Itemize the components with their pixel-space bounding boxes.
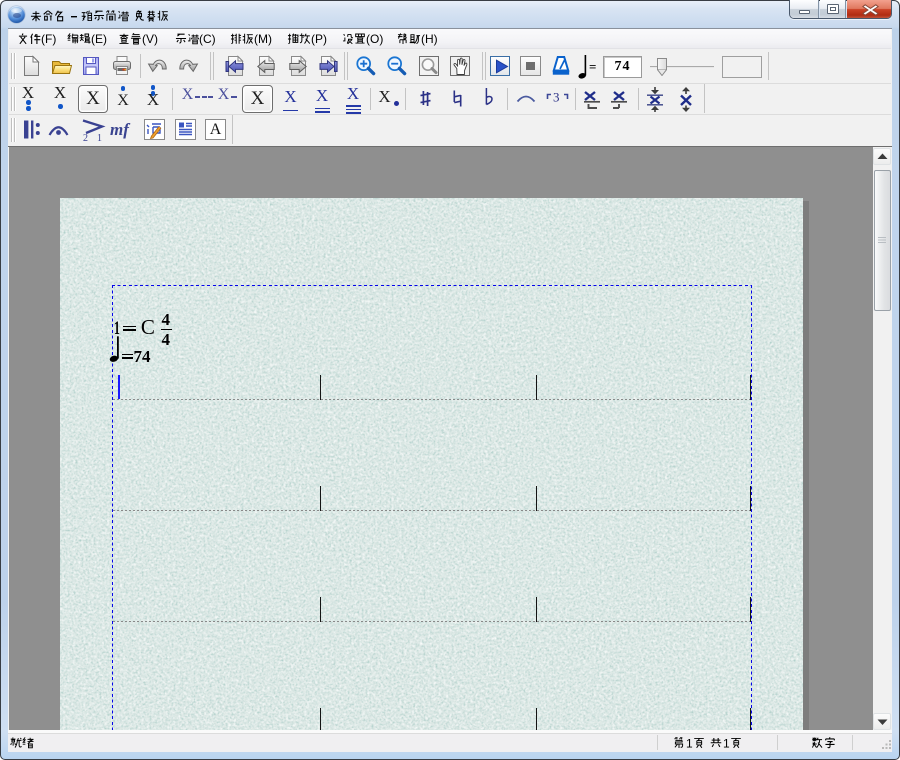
svg-text:(O): (O): [366, 32, 383, 46]
svg-text:(P): (P): [311, 32, 327, 46]
svg-text:(M): (M): [254, 32, 272, 46]
svg-text:1: 1: [686, 737, 693, 749]
svg-text:(H): (H): [421, 32, 438, 46]
svg-text:1: 1: [97, 133, 102, 142]
svg-text:(C): (C): [199, 32, 216, 46]
svg-text:(F): (F): [41, 32, 56, 46]
svg-text:1: 1: [723, 737, 730, 749]
svg-text:3: 3: [553, 90, 560, 103]
svg-text:2: 2: [83, 133, 88, 142]
svg-text:(E): (E): [91, 32, 107, 46]
svg-text:(V): (V): [142, 32, 158, 46]
